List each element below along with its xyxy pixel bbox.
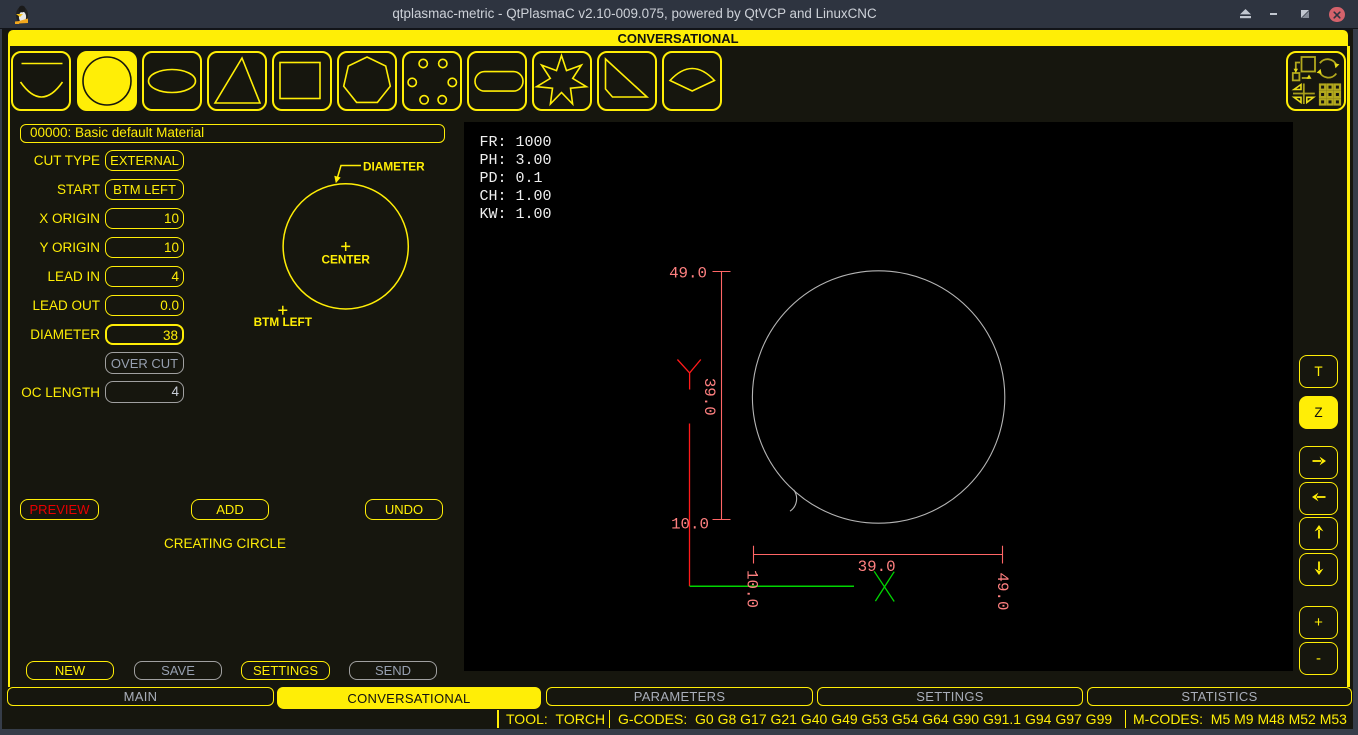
svg-text:CENTER: CENTER: [321, 253, 370, 267]
svg-text:10.0: 10.0: [743, 570, 761, 608]
svg-text:49.0: 49.0: [993, 573, 1011, 611]
svg-text:49.0: 49.0: [669, 265, 707, 283]
svg-text:39.0: 39.0: [858, 558, 896, 576]
svg-text:DIAMETER: DIAMETER: [363, 159, 425, 173]
svg-text:BTM LEFT: BTM LEFT: [254, 315, 313, 329]
svg-text:39.0: 39.0: [700, 378, 718, 416]
